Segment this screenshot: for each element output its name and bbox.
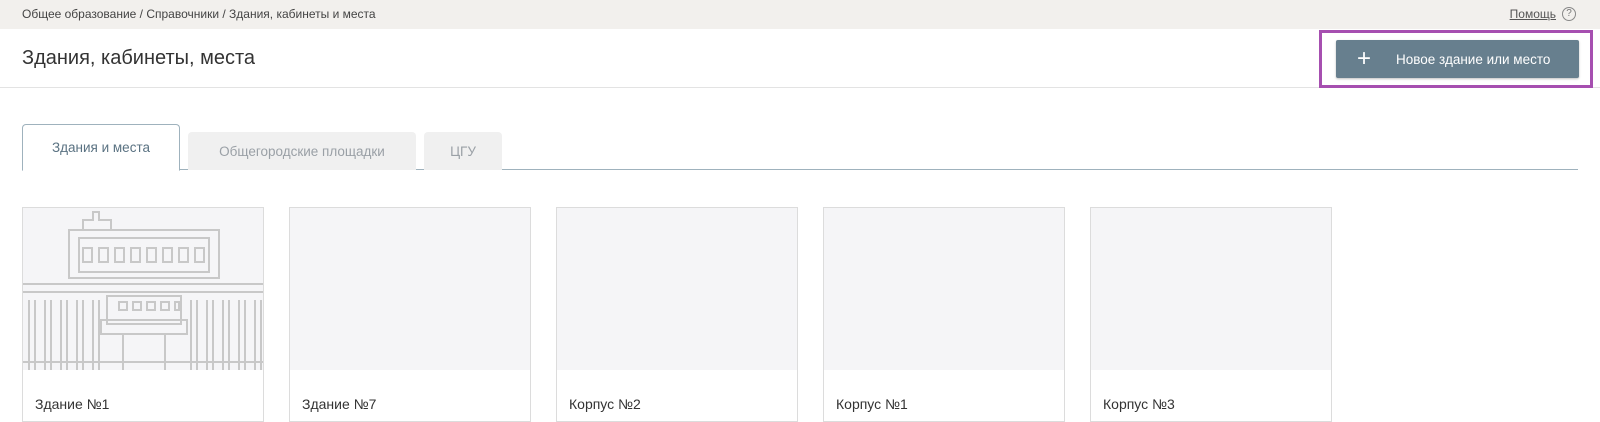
card-name: Корпус №1 bbox=[836, 396, 908, 412]
building-card[interactable]: Корпус №1 bbox=[823, 207, 1065, 422]
building-card[interactable]: Корпус №3 bbox=[1090, 207, 1332, 422]
card-name: Здание №1 bbox=[35, 396, 110, 412]
tab-bar: Здания и места Общегородские площадки ЦГ… bbox=[22, 124, 1578, 171]
tab-label: Здания и места bbox=[52, 140, 150, 155]
building-image-placeholder bbox=[290, 208, 530, 370]
building-card[interactable]: Здание №1 bbox=[22, 207, 264, 422]
card-name: Корпус №2 bbox=[569, 396, 641, 412]
tab-label: ЦГУ bbox=[450, 143, 476, 159]
building-image-placeholder bbox=[824, 208, 1064, 370]
top-bar: Общее образование / Справочники / Здания… bbox=[0, 0, 1600, 29]
plus-icon: + bbox=[1356, 45, 1371, 72]
help[interactable]: Помощь ? bbox=[1510, 7, 1576, 21]
tab-cgu[interactable]: ЦГУ bbox=[424, 132, 502, 170]
breadcrumb: Общее образование / Справочники / Здания… bbox=[22, 7, 376, 21]
card-name: Здание №7 bbox=[302, 396, 377, 412]
tab-label: Общегородские площадки bbox=[219, 143, 385, 159]
building-card[interactable]: Здание №7 bbox=[289, 207, 531, 422]
new-building-button-label: Новое здание или место bbox=[1396, 51, 1551, 67]
building-image bbox=[23, 208, 263, 370]
help-link[interactable]: Помощь bbox=[1510, 7, 1556, 21]
building-image-placeholder bbox=[1091, 208, 1331, 370]
new-building-button[interactable]: + Новое здание или место bbox=[1336, 40, 1579, 78]
building-illustration-icon bbox=[23, 211, 263, 370]
building-card[interactable]: Корпус №2 bbox=[556, 207, 798, 422]
building-image-placeholder bbox=[557, 208, 797, 370]
tab-city-sites[interactable]: Общегородские площадки bbox=[188, 132, 416, 170]
tab-buildings-and-places[interactable]: Здания и места bbox=[22, 124, 180, 171]
card-name: Корпус №3 bbox=[1103, 396, 1175, 412]
page-title: Здания, кабинеты, места bbox=[22, 47, 256, 69]
help-circle-icon[interactable]: ? bbox=[1562, 7, 1576, 21]
